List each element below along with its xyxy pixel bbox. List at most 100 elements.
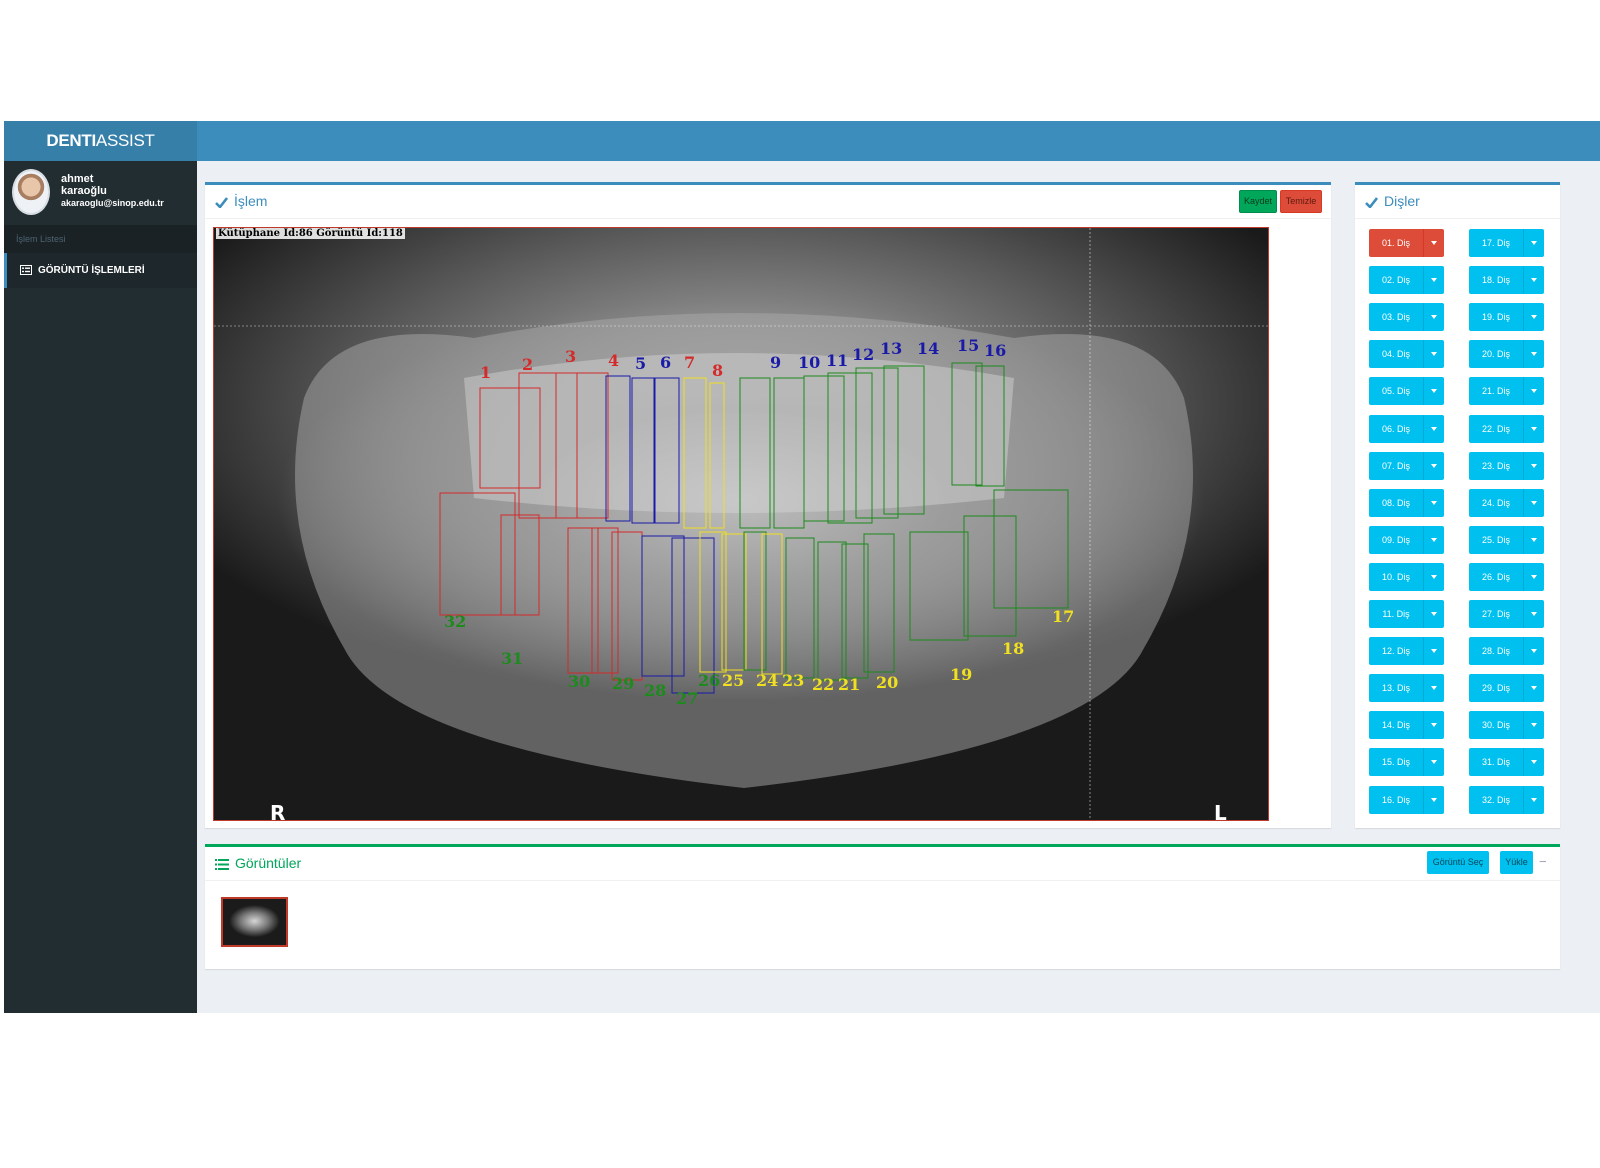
tooth-button[interactable]: 03. Diş [1369, 303, 1444, 332]
caret-down-icon[interactable] [1524, 637, 1544, 666]
tooth-button-label[interactable]: 16. Diş [1369, 785, 1424, 814]
caret-down-icon[interactable] [1524, 488, 1544, 517]
caret-down-icon[interactable] [1524, 711, 1544, 740]
tooth-button[interactable]: 20. Diş [1469, 340, 1544, 369]
tooth-button-label[interactable]: 08. Diş [1369, 488, 1424, 517]
tooth-button-label[interactable]: 26. Diş [1469, 562, 1524, 591]
select-image-button[interactable]: Görüntü Seç [1427, 851, 1489, 874]
tooth-button-label[interactable]: 07. Diş [1369, 451, 1424, 480]
caret-down-icon[interactable] [1524, 229, 1544, 257]
tooth-button-label[interactable]: 06. Diş [1369, 414, 1424, 443]
caret-down-icon[interactable] [1424, 377, 1444, 406]
tooth-button-label[interactable]: 23. Diş [1469, 451, 1524, 480]
caret-down-icon[interactable] [1524, 525, 1544, 554]
tooth-button[interactable]: 01. Diş [1369, 229, 1444, 257]
tooth-button[interactable]: 04. Diş [1369, 340, 1444, 369]
tooth-button[interactable]: 25. Diş [1469, 525, 1544, 554]
tooth-button[interactable]: 22. Diş [1469, 414, 1544, 443]
tooth-button-label[interactable]: 14. Diş [1369, 711, 1424, 740]
caret-down-icon[interactable] [1424, 488, 1444, 517]
app-logo[interactable]: DENTIASSIST [4, 121, 197, 161]
caret-down-icon[interactable] [1424, 748, 1444, 777]
tooth-button[interactable]: 08. Diş [1369, 488, 1444, 517]
caret-down-icon[interactable] [1424, 562, 1444, 591]
tooth-button[interactable]: 06. Diş [1369, 414, 1444, 443]
tooth-button[interactable]: 10. Diş [1369, 562, 1444, 591]
tooth-button-label[interactable]: 29. Diş [1469, 674, 1524, 703]
tooth-button[interactable]: 02. Diş [1369, 266, 1444, 295]
tooth-button-label[interactable]: 18. Diş [1469, 266, 1524, 295]
tooth-button-label[interactable]: 24. Diş [1469, 488, 1524, 517]
tooth-button[interactable]: 16. Diş [1369, 785, 1444, 814]
tooth-button[interactable]: 28. Diş [1469, 637, 1544, 666]
sidebar-item-goruntu-islemleri[interactable]: GÖRÜNTÜ İŞLEMLERİ [4, 253, 197, 288]
tooth-button[interactable]: 15. Diş [1369, 748, 1444, 777]
caret-down-icon[interactable] [1424, 525, 1444, 554]
tooth-button[interactable]: 23. Diş [1469, 451, 1544, 480]
tooth-button-label[interactable]: 13. Diş [1369, 674, 1424, 703]
tooth-button-label[interactable]: 10. Diş [1369, 562, 1424, 591]
tooth-button-label[interactable]: 15. Diş [1369, 748, 1424, 777]
tooth-button[interactable]: 13. Diş [1369, 674, 1444, 703]
tooth-button[interactable]: 11. Diş [1369, 600, 1444, 628]
caret-down-icon[interactable] [1424, 637, 1444, 666]
tooth-button[interactable]: 09. Diş [1369, 525, 1444, 554]
caret-down-icon[interactable] [1424, 414, 1444, 443]
tooth-button-label[interactable]: 21. Diş [1469, 377, 1524, 406]
tooth-button-label[interactable]: 03. Diş [1369, 303, 1424, 332]
tooth-button-label[interactable]: 25. Diş [1469, 525, 1524, 554]
tooth-button-label[interactable]: 27. Diş [1469, 600, 1524, 628]
tooth-button-label[interactable]: 19. Diş [1469, 303, 1524, 332]
tooth-button-label[interactable]: 02. Diş [1369, 266, 1424, 295]
tooth-button-label[interactable]: 30. Diş [1469, 711, 1524, 740]
tooth-button[interactable]: 18. Diş [1469, 266, 1544, 295]
clear-button[interactable]: Temizle [1280, 190, 1322, 213]
tooth-button-label[interactable]: 12. Diş [1369, 637, 1424, 666]
caret-down-icon[interactable] [1524, 785, 1544, 814]
tooth-button-label[interactable]: 09. Diş [1369, 525, 1424, 554]
caret-down-icon[interactable] [1424, 711, 1444, 740]
tooth-button[interactable]: 14. Diş [1369, 711, 1444, 740]
tooth-button[interactable]: 27. Diş [1469, 600, 1544, 628]
tooth-button[interactable]: 19. Diş [1469, 303, 1544, 332]
tooth-button-label[interactable]: 01. Diş [1369, 229, 1424, 257]
tooth-button[interactable]: 26. Diş [1469, 562, 1544, 591]
upload-button[interactable]: Yükle [1500, 851, 1533, 874]
save-button[interactable]: Kaydet [1239, 190, 1277, 213]
caret-down-icon[interactable] [1424, 229, 1444, 257]
tooth-button-label[interactable]: 32. Diş [1469, 785, 1524, 814]
caret-down-icon[interactable] [1524, 266, 1544, 295]
tooth-button-label[interactable]: 22. Diş [1469, 414, 1524, 443]
tooth-button-label[interactable]: 05. Diş [1369, 377, 1424, 406]
tooth-button-label[interactable]: 11. Diş [1369, 600, 1424, 628]
tooth-button-label[interactable]: 17. Diş [1469, 229, 1524, 257]
tooth-button[interactable]: 07. Diş [1369, 451, 1444, 480]
caret-down-icon[interactable] [1524, 562, 1544, 591]
panoramic-xray-canvas[interactable]: 1 2 3 4 5 6 7 8 9 10 11 12 13 14 15 16 17 18 19 20 21 22 23 24 2… [213, 227, 1269, 821]
tooth-button[interactable]: 17. Diş [1469, 229, 1544, 257]
caret-down-icon[interactable] [1524, 377, 1544, 406]
caret-down-icon[interactable] [1524, 414, 1544, 443]
tooth-button[interactable]: 30. Diş [1469, 711, 1544, 740]
tooth-button-label[interactable]: 20. Diş [1469, 340, 1524, 369]
collapse-icon[interactable]: − [1539, 854, 1547, 869]
caret-down-icon[interactable] [1524, 674, 1544, 703]
tooth-button[interactable]: 21. Diş [1469, 377, 1544, 406]
caret-down-icon[interactable] [1424, 785, 1444, 814]
caret-down-icon[interactable] [1424, 451, 1444, 480]
caret-down-icon[interactable] [1424, 266, 1444, 295]
tooth-button[interactable]: 32. Diş [1469, 785, 1544, 814]
caret-down-icon[interactable] [1524, 340, 1544, 369]
caret-down-icon[interactable] [1424, 340, 1444, 369]
xray-thumbnail[interactable] [221, 897, 288, 947]
tooth-button[interactable]: 24. Diş [1469, 488, 1544, 517]
tooth-button[interactable]: 31. Diş [1469, 748, 1544, 777]
caret-down-icon[interactable] [1424, 600, 1444, 628]
caret-down-icon[interactable] [1424, 303, 1444, 332]
tooth-button-label[interactable]: 28. Diş [1469, 637, 1524, 666]
tooth-button[interactable]: 12. Diş [1369, 637, 1444, 666]
caret-down-icon[interactable] [1524, 600, 1544, 628]
tooth-button[interactable]: 29. Diş [1469, 674, 1544, 703]
tooth-button-label[interactable]: 31. Diş [1469, 748, 1524, 777]
caret-down-icon[interactable] [1524, 451, 1544, 480]
